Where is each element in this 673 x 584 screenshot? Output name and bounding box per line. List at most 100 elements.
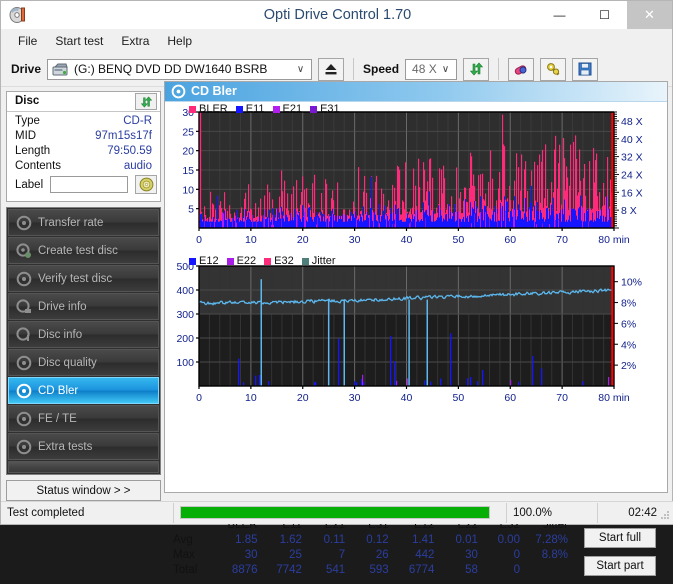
svg-text:24 X: 24 X: [621, 169, 643, 181]
refresh-button[interactable]: [463, 58, 489, 81]
sidebar-item-drive-info[interactable]: Drive info: [8, 293, 159, 320]
jitter-plot: 10020030040050001020304050607080 min2%4%…: [165, 254, 667, 419]
svg-text:10: 10: [245, 234, 257, 246]
disc-detect-button[interactable]: [135, 175, 157, 194]
svg-text:300: 300: [176, 309, 194, 321]
svg-text:6%: 6%: [621, 318, 636, 330]
cd-bler-panel: CD Bler BLER E11 E21: [164, 81, 668, 493]
cd-bler-icon: [16, 383, 32, 399]
table-row: Avg 1.85 1.62 0.11 0.12 1.41 0.01 0.00 7…: [171, 532, 571, 547]
svg-text:10%: 10%: [621, 277, 642, 289]
toolbar-separator-1: [353, 58, 354, 80]
svg-text:50: 50: [453, 392, 465, 404]
menu-extra[interactable]: Extra: [112, 32, 158, 50]
fe-te-icon: [16, 411, 32, 427]
legend-item-jitter: Jitter: [302, 255, 336, 267]
menu-start-test[interactable]: Start test: [46, 32, 112, 50]
progress-percent: 100.0%: [507, 503, 598, 523]
cell-max-e11: 25: [261, 547, 305, 562]
svg-text:80 min: 80 min: [598, 392, 630, 404]
status-window-button[interactable]: Status window > >: [6, 480, 161, 501]
disc-label-input[interactable]: [50, 176, 128, 193]
sidebar-item-cd-bler[interactable]: CD Bler: [8, 377, 159, 404]
drive-value: (G:) BENQ DVD DD DW1640 BSRB: [74, 62, 267, 76]
stats-table: BLER E11 E21 E31 E12 E22 E32 Jitter Avg …: [171, 519, 571, 577]
svg-text:70: 70: [556, 392, 568, 404]
speed-value: 48 X: [412, 62, 437, 76]
erase-button[interactable]: [508, 58, 534, 81]
drive-select[interactable]: (G:) BENQ DVD DD DW1640 BSRB ∨: [47, 59, 312, 80]
panel-header: CD Bler: [165, 82, 667, 102]
table-row: Total 8876 7742 541 593 6774 58 0: [171, 562, 571, 577]
legend-item-e12: E12: [189, 255, 219, 267]
svg-text:200: 200: [176, 333, 194, 345]
speed-select[interactable]: 48 X ∨: [405, 59, 457, 80]
resize-grip-icon[interactable]: [659, 509, 671, 521]
disc-panel: Disc Type CD-R: [6, 91, 161, 202]
chevron-down-icon: ∨: [439, 63, 452, 76]
drive-icon: [16, 299, 32, 315]
cell-avg-e11: 1.62: [261, 532, 305, 547]
nav-filler: [8, 461, 159, 473]
svg-text:100: 100: [176, 357, 194, 369]
action-buttons: Start full Start part: [584, 528, 656, 584]
svg-text:25: 25: [182, 126, 194, 138]
cell-avg-e32: 0.00: [481, 532, 523, 547]
menu-help[interactable]: Help: [158, 32, 201, 50]
svg-text:60: 60: [504, 392, 516, 404]
sidebar-item-disc-info[interactable]: Disc info: [8, 321, 159, 348]
table-row: Max 30 25 7 26 442 30 0 8.8%: [171, 547, 571, 562]
legend-item-e32: E32: [264, 255, 294, 267]
chevron-down-icon: ∨: [294, 63, 307, 76]
sidebar-item-label: Create test disc: [38, 245, 118, 257]
sidebar-item-create-test-disc[interactable]: Create test disc: [8, 237, 159, 264]
menu-file[interactable]: File: [9, 32, 46, 50]
start-part-button[interactable]: Start part: [584, 556, 656, 576]
svg-text:8%: 8%: [621, 298, 636, 310]
sidebar-item-extra-tests[interactable]: Extra tests: [8, 433, 159, 460]
svg-text:0: 0: [196, 234, 202, 246]
sidebar-item-fe-te[interactable]: FE / TE: [8, 405, 159, 432]
refresh-icon: [140, 96, 153, 108]
cell-total-jitter: [523, 562, 571, 577]
svg-text:48 X: 48 X: [621, 116, 643, 128]
start-full-button[interactable]: Start full: [584, 528, 656, 548]
menu-bar: File Start test Extra Help: [1, 30, 672, 52]
svg-text:20: 20: [297, 392, 309, 404]
drive-icon: [52, 63, 69, 78]
maximize-icon: ☐: [582, 1, 627, 29]
panel-title: CD Bler: [191, 84, 237, 98]
close-button[interactable]: ✕: [627, 1, 672, 29]
svg-text:32 X: 32 X: [621, 152, 643, 164]
svg-text:80 min: 80 min: [598, 234, 630, 246]
disc-check-icon: [16, 271, 32, 287]
legend-swatch-e21: [273, 106, 280, 113]
eject-button[interactable]: [318, 58, 344, 81]
sidebar-item-disc-quality[interactable]: Disc quality: [8, 349, 159, 376]
extra-tests-icon: [16, 439, 32, 455]
maximize-button[interactable]: ☐: [582, 1, 627, 29]
svg-text:4%: 4%: [621, 339, 636, 351]
sidebar-item-transfer-rate[interactable]: Transfer rate: [8, 209, 159, 236]
progress-fill: [181, 507, 489, 518]
statistics-table: BLER E11 E21 E31 E12 E22 E32 Jitter Avg …: [171, 519, 571, 577]
minimize-button[interactable]: —: [537, 1, 582, 29]
disc-label-row: Label: [7, 175, 160, 197]
close-icon: ✕: [627, 1, 672, 29]
sidebar-item-verify-test-disc[interactable]: Verify test disc: [8, 265, 159, 292]
legend-label-e31: E31: [320, 103, 340, 115]
speed-label: Speed: [363, 62, 399, 76]
disc-refresh-button[interactable]: [135, 93, 157, 110]
svg-text:50: 50: [453, 234, 465, 246]
svg-text:60: 60: [504, 234, 516, 246]
tools-button[interactable]: [540, 58, 566, 81]
svg-text:2%: 2%: [621, 360, 636, 372]
sidebar-item-label: Drive info: [38, 301, 87, 313]
disc-length-label: Length: [15, 145, 50, 157]
row-label-max: Max: [171, 547, 212, 562]
window-controls: — ☐ ✕: [537, 1, 672, 29]
save-button[interactable]: [572, 58, 598, 81]
cell-avg-bler: 1.85: [212, 532, 261, 547]
main-window: Opti Drive Control 1.70 — ☐ ✕ File Start…: [0, 0, 673, 525]
bler-legend: BLER E11 E21 E31: [189, 103, 344, 115]
